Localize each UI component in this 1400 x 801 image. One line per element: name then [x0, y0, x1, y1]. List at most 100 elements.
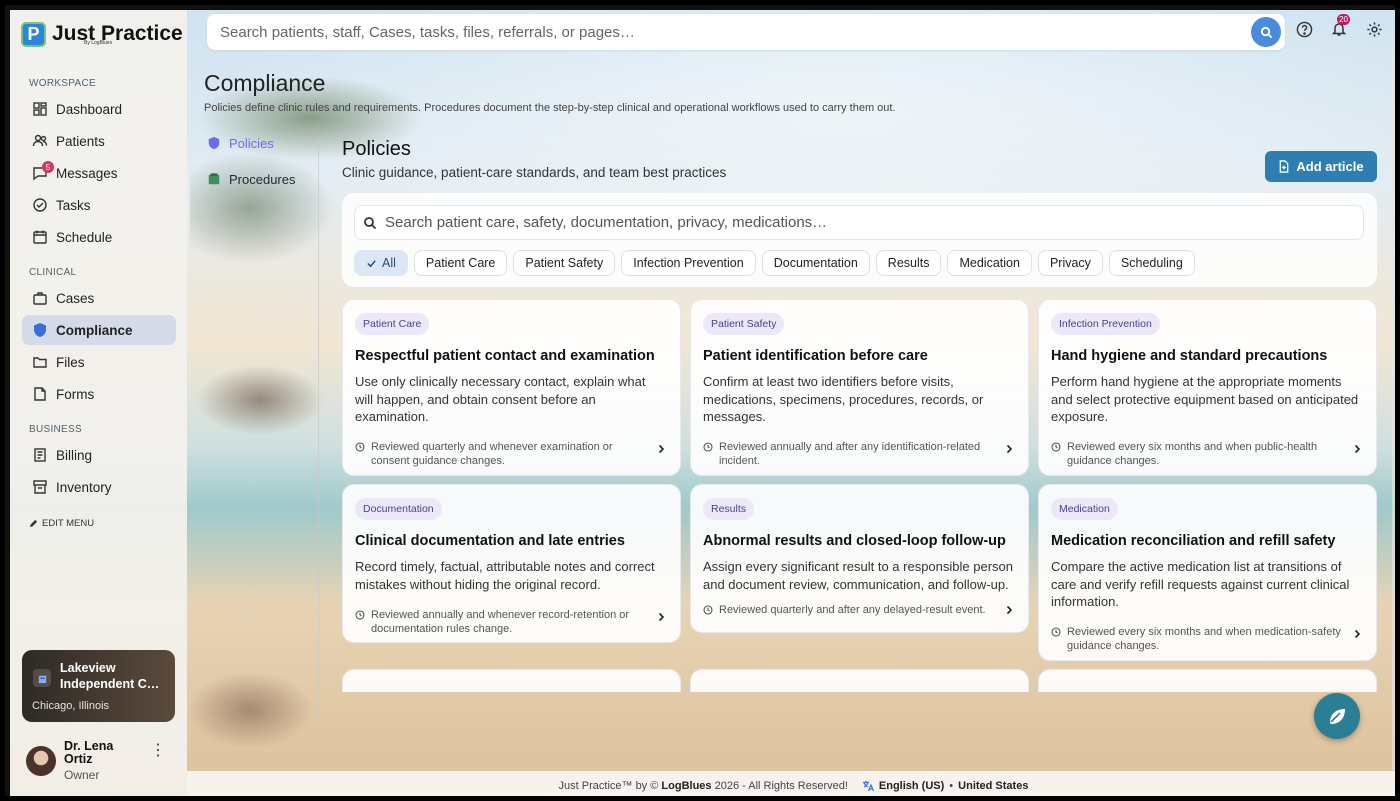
- calendar-icon: [33, 230, 47, 244]
- sidebar-item-inventory[interactable]: Inventory: [22, 472, 176, 502]
- policy-card[interactable]: Results Abnormal results and closed-loop…: [690, 484, 1029, 633]
- settings-button[interactable]: [1363, 18, 1385, 40]
- chevron-right-icon[interactable]: [1004, 605, 1014, 615]
- review-info: Reviewed every six months and when medic…: [1051, 626, 1341, 653]
- chevron-right-icon[interactable]: [1004, 444, 1014, 454]
- check-icon: [367, 259, 376, 267]
- chevron-right-icon[interactable]: [656, 612, 666, 622]
- search-button[interactable]: [1251, 17, 1281, 47]
- policy-card-partial[interactable]: [342, 669, 681, 692]
- section-title: Policies: [342, 138, 411, 160]
- policy-card-partial[interactable]: [1038, 669, 1377, 692]
- category-tag: Patient Safety: [703, 313, 785, 335]
- add-article-button[interactable]: Add article: [1265, 151, 1377, 182]
- sidebar-item-label: Forms: [56, 386, 95, 402]
- sidebar-item-forms[interactable]: Forms: [22, 379, 176, 409]
- filter-chip-scheduling[interactable]: Scheduling: [1108, 250, 1195, 276]
- category-tag: Results: [703, 498, 755, 520]
- review-text: Reviewed every six months and when medic…: [1067, 626, 1341, 652]
- chevron-right-icon[interactable]: [656, 444, 666, 454]
- sidebar-item-compliance[interactable]: Compliance: [22, 315, 176, 345]
- edit-menu-button[interactable]: EDIT MENU: [29, 518, 94, 529]
- review-info: Reviewed annually and whenever record-re…: [355, 609, 645, 636]
- chevron-right-icon[interactable]: [1352, 444, 1362, 454]
- sidebar-item-label: Tasks: [56, 197, 91, 213]
- policy-card-partial[interactable]: [690, 669, 1029, 692]
- filter-chips: All Patient Care Patient Safety Infectio…: [354, 250, 1195, 276]
- subnav-policies[interactable]: Policies: [207, 134, 295, 152]
- policy-title: Patient identification before care: [703, 348, 928, 364]
- sidebar-item-billing[interactable]: Billing: [22, 440, 176, 470]
- policy-description: Assign every significant result to a res…: [703, 559, 1013, 592]
- category-tag: Documentation: [355, 498, 442, 520]
- patients-icon: [32, 134, 48, 147]
- assistant-button[interactable]: [1314, 693, 1360, 739]
- help-button[interactable]: [1293, 18, 1315, 40]
- policy-card[interactable]: Patient Safety Patient identification be…: [690, 299, 1029, 476]
- building-icon: [33, 669, 51, 687]
- footer-copyright-prefix: Just Practice™ by ©: [558, 780, 659, 792]
- subnav-procedures[interactable]: Procedures: [207, 170, 295, 188]
- app-logo[interactable]: P Just Practice By LogBlues: [21, 22, 183, 47]
- more-options-icon[interactable]: ⋮: [150, 743, 166, 759]
- footer-brand: LogBlues: [661, 780, 712, 792]
- filter-chip-privacy[interactable]: Privacy: [1037, 250, 1103, 276]
- translate-icon: [862, 781, 874, 792]
- footer: Just Practice™ by © LogBlues 2026 - All …: [187, 771, 1395, 796]
- policy-card[interactable]: Infection Prevention Hand hygiene and st…: [1038, 299, 1377, 476]
- chevron-right-icon[interactable]: [1352, 629, 1362, 639]
- chip-label: Infection Prevention: [633, 256, 744, 270]
- chip-label: Scheduling: [1120, 256, 1183, 270]
- category-tag: Patient Care: [355, 313, 430, 335]
- notifications-button[interactable]: 20: [1328, 14, 1350, 40]
- global-search-bar[interactable]: Search patients, staff, Cases, tasks, fi…: [207, 14, 1285, 50]
- sidebar-item-patients[interactable]: Patients: [22, 126, 176, 156]
- shield-icon: [208, 136, 220, 150]
- clinic-switcher[interactable]: Lakeview Independent C… Chicago, Illinoi…: [22, 650, 175, 722]
- policy-card[interactable]: Documentation Clinical documentation and…: [342, 484, 681, 643]
- filter-chip-infection-prevention[interactable]: Infection Prevention: [621, 250, 756, 276]
- search-icon: [364, 216, 377, 229]
- scrollbar[interactable]: [1392, 50, 1395, 770]
- clock-icon: [355, 442, 365, 452]
- folder-icon: [33, 357, 47, 368]
- policy-card[interactable]: Patient Care Respectful patient contact …: [342, 299, 681, 476]
- policy-description: Record timely, factual, attributable not…: [355, 559, 655, 592]
- global-search-input[interactable]: Search patients, staff, Cases, tasks, fi…: [220, 24, 1251, 41]
- filter-chip-medication[interactable]: Medication: [947, 250, 1032, 276]
- page-subtitle: Policies define clinic rules and require…: [204, 102, 896, 114]
- footer-region: United States: [958, 780, 1029, 792]
- policy-title: Medication reconciliation and refill saf…: [1051, 533, 1336, 549]
- filter-chip-results[interactable]: Results: [875, 250, 942, 276]
- sidebar-item-schedule[interactable]: Schedule: [22, 222, 176, 252]
- sidebar-item-dashboard[interactable]: Dashboard: [22, 94, 176, 124]
- sidebar-item-label: Schedule: [56, 229, 113, 245]
- policy-card[interactable]: Medication Medication reconciliation and…: [1038, 484, 1377, 661]
- filter-chip-all[interactable]: All: [354, 250, 408, 276]
- sidebar-item-tasks[interactable]: Tasks: [22, 190, 176, 220]
- policy-description: Confirm at least two identifiers before …: [703, 374, 984, 424]
- briefcase-icon: [33, 292, 47, 305]
- filter-panel: Search patient care, safety, documentati…: [342, 193, 1377, 287]
- sidebar-item-cases[interactable]: Cases: [22, 283, 176, 313]
- category-tag: Infection Prevention: [1051, 313, 1160, 335]
- language-selector[interactable]: English (US) • United States: [862, 780, 1029, 792]
- filter-chip-patient-care[interactable]: Patient Care: [413, 250, 508, 276]
- sidebar-item-files[interactable]: Files: [22, 347, 176, 377]
- filter-chip-documentation[interactable]: Documentation: [761, 250, 870, 276]
- help-icon: [1296, 21, 1312, 37]
- chip-label: Medication: [959, 256, 1020, 270]
- policy-search-input[interactable]: Search patient care, safety, documentati…: [354, 205, 1364, 240]
- review-text: Reviewed annually and after any identifi…: [719, 441, 981, 467]
- filter-chip-patient-safety[interactable]: Patient Safety: [513, 250, 616, 276]
- footer-copyright-suffix: 2026 - All Rights Reserved!: [714, 780, 848, 792]
- tasks-icon: [33, 198, 47, 212]
- subnav-label: Policies: [229, 135, 274, 151]
- clock-icon: [1051, 442, 1061, 452]
- divider: [318, 136, 319, 716]
- policy-title: Abnormal results and closed-loop follow-…: [703, 533, 1006, 549]
- review-info: Reviewed quarterly and after any delayed…: [703, 604, 993, 618]
- sidebar-item-messages[interactable]: 5 Messages: [22, 158, 176, 188]
- review-info: Reviewed quarterly and whenever examinat…: [355, 441, 645, 468]
- user-profile[interactable]: Dr. Lena Ortiz Owner ⋮: [26, 740, 176, 782]
